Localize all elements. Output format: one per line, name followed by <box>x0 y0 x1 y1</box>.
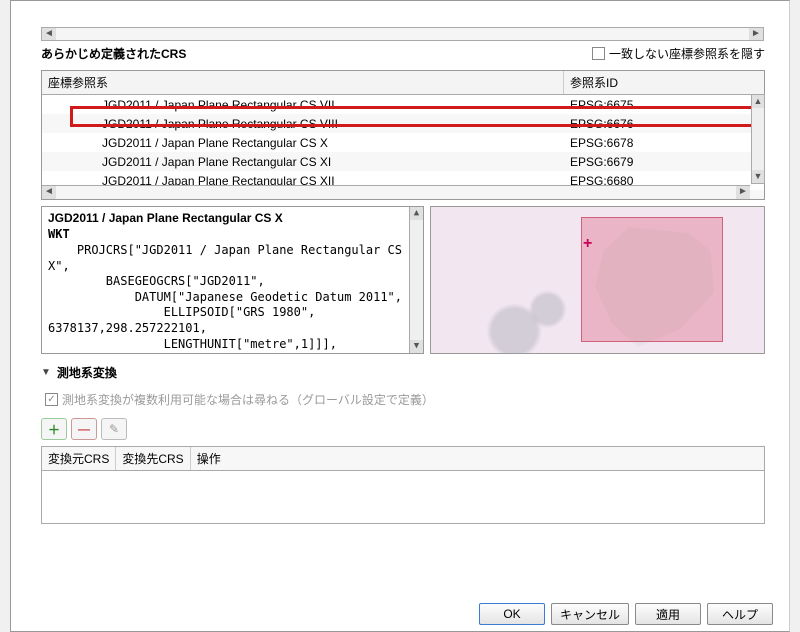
wkt-heading: WKT <box>48 227 417 241</box>
crs-dialog: ◄ ► あらかじめ定義されたCRS 一致しない座標参照系を隠す 座標参照系 参照… <box>10 0 790 632</box>
datum-transform-grid[interactable]: 変換元CRS 変換先CRS 操作 <box>41 446 765 524</box>
crs-name-cell: JGD2011 / Japan Plane Rectangular CS X <box>42 136 564 150</box>
wkt-vertical-scrollbar[interactable]: ▲ ▼ <box>409 207 423 353</box>
hide-unmatched-checkbox[interactable]: 一致しない座標参照系を隠す <box>592 45 765 62</box>
detail-row: JGD2011 / Japan Plane Rectangular CS X W… <box>41 206 765 354</box>
scroll-track[interactable] <box>56 28 749 40</box>
add-button[interactable]: ＋ <box>41 418 67 440</box>
scroll-left-icon[interactable]: ◄ <box>42 186 56 199</box>
table-row[interactable]: JGD2011 / Japan Plane Rectangular CS VII… <box>42 114 764 133</box>
hide-unmatched-label: 一致しない座標参照系を隠す <box>609 45 765 62</box>
selected-crs-title: JGD2011 / Japan Plane Rectangular CS X <box>48 211 417 225</box>
crs-list: 座標参照系 参照系ID JGD2011 / Japan Plane Rectan… <box>41 70 765 200</box>
crs-id-cell: EPSG:6675 <box>564 98 764 112</box>
crs-list-vertical-scrollbar[interactable]: ▲ ▼ <box>751 94 765 184</box>
checkbox-checked-icon: ✓ <box>45 393 58 406</box>
crs-id-cell: EPSG:6676 <box>564 117 764 131</box>
scroll-right-icon[interactable]: ► <box>749 28 763 40</box>
crs-list-header: 座標参照系 参照系ID <box>42 71 764 95</box>
wkt-text: PROJCRS["JGD2011 / Japan Plane Rectangul… <box>48 243 417 354</box>
apply-button[interactable]: 適用 <box>635 603 701 625</box>
predefined-crs-title: あらかじめ定義されたCRS <box>41 45 186 62</box>
wkt-pane[interactable]: JGD2011 / Japan Plane Rectangular CS X W… <box>41 206 424 354</box>
cancel-button[interactable]: キャンセル <box>551 603 629 625</box>
checkbox-icon <box>592 47 605 60</box>
table-row[interactable]: JGD2011 / Japan Plane Rectangular CS VII… <box>42 95 764 114</box>
minus-icon: ― <box>78 422 90 436</box>
scroll-up-icon[interactable]: ▲ <box>752 95 764 108</box>
edit-button[interactable]: ✎ <box>101 418 127 440</box>
edit-icon: ✎ <box>109 422 119 436</box>
ask-when-multiple-checkbox[interactable]: ✓ 測地系変換が複数利用可能な場合は尋ねる（グローバル設定で定義） <box>41 387 765 416</box>
ok-button[interactable]: OK <box>479 603 545 625</box>
crs-name-cell: JGD2011 / Japan Plane Rectangular CS VII… <box>42 117 564 131</box>
crs-list-body[interactable]: JGD2011 / Japan Plane Rectangular CS VII… <box>42 95 764 199</box>
crs-name-cell: JGD2011 / Japan Plane Rectangular CS XI <box>42 155 564 169</box>
upper-area: ◄ ► <box>11 1 789 41</box>
scroll-up-icon[interactable]: ▲ <box>410 207 423 220</box>
upper-horizontal-scrollbar[interactable]: ◄ ► <box>41 27 764 41</box>
remove-button[interactable]: ― <box>71 418 97 440</box>
scroll-track[interactable] <box>752 108 764 170</box>
crs-id-cell: EPSG:6678 <box>564 136 764 150</box>
scroll-down-icon[interactable]: ▼ <box>410 340 423 353</box>
triangle-down-icon: ▼ <box>41 367 51 378</box>
datum-section-title: 測地系変換 <box>57 364 117 381</box>
table-row[interactable]: JGD2011 / Japan Plane Rectangular CS XI … <box>42 152 764 171</box>
operation-column[interactable]: 操作 <box>191 447 227 470</box>
crs-column-header[interactable]: 座標参照系 <box>42 71 564 94</box>
crs-id-cell: EPSG:6679 <box>564 155 764 169</box>
id-column-header[interactable]: 参照系ID <box>564 71 764 94</box>
dialog-button-bar: OK キャンセル 適用 ヘルプ <box>479 603 773 625</box>
help-button[interactable]: ヘルプ <box>707 603 773 625</box>
dst-crs-column[interactable]: 変換先CRS <box>116 447 190 470</box>
plus-icon: ＋ <box>48 421 60 438</box>
scroll-track[interactable] <box>410 220 423 340</box>
crs-list-horizontal-scrollbar[interactable]: ◄ ► <box>42 185 750 199</box>
ask-when-multiple-label: 測地系変換が複数利用可能な場合は尋ねる（グローバル設定で定義） <box>62 391 434 408</box>
predefined-crs-section: あらかじめ定義されたCRS 一致しない座標参照系を隠す <box>11 41 789 66</box>
datum-transform-header[interactable]: ▼ 測地系変換 <box>11 354 789 387</box>
scroll-right-icon[interactable]: ► <box>736 186 750 199</box>
datum-transform-body: ✓ 測地系変換が複数利用可能な場合は尋ねる（グローバル設定で定義） ＋ ― ✎ … <box>41 387 765 524</box>
crs-extent-map[interactable]: + <box>430 206 765 354</box>
datum-toolbar: ＋ ― ✎ <box>41 416 765 446</box>
crs-name-cell: JGD2011 / Japan Plane Rectangular CS VII <box>42 98 564 112</box>
src-crs-column[interactable]: 変換元CRS <box>42 447 116 470</box>
plus-icon: + <box>583 235 592 253</box>
table-row[interactable]: JGD2011 / Japan Plane Rectangular CS X E… <box>42 133 764 152</box>
scroll-left-icon[interactable]: ◄ <box>42 28 56 40</box>
scroll-down-icon[interactable]: ▼ <box>752 170 764 183</box>
scroll-track[interactable] <box>56 186 736 199</box>
map-extent-rect <box>581 217 723 342</box>
datum-grid-header: 変換元CRS 変換先CRS 操作 <box>42 447 764 471</box>
